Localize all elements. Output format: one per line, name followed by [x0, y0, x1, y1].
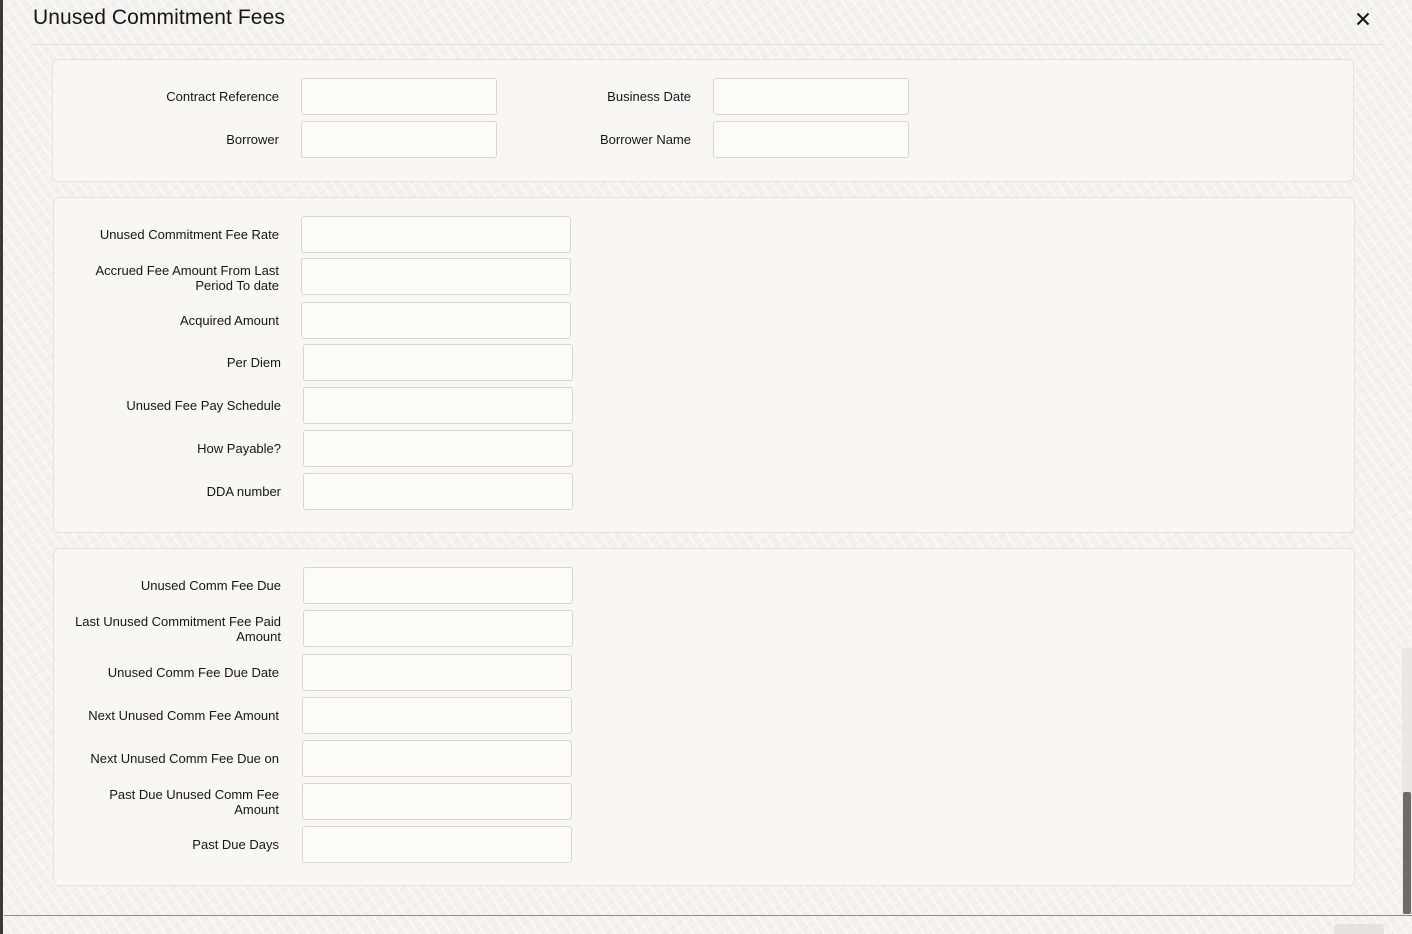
unused-comm-fee-due-date-input[interactable]	[302, 654, 572, 691]
header-divider	[33, 44, 1383, 45]
next-unused-comm-fee-due-on-label: Next Unused Comm Fee Due on	[90, 751, 279, 767]
next-unused-comm-fee-amount-input[interactable]	[302, 697, 572, 734]
unused-comm-fee-due-label: Unused Comm Fee Due	[140, 578, 281, 594]
unused-comm-fee-due-date-label: Unused Comm Fee Due Date	[107, 665, 279, 681]
next-unused-comm-fee-due-on-input[interactable]	[302, 740, 572, 777]
accrued-fee-amount-input[interactable]	[301, 258, 571, 295]
borrower-name-label: Borrower Name	[599, 132, 691, 148]
how-payable-input[interactable]	[303, 430, 573, 467]
dialog-title: Unused Commitment Fees	[33, 6, 285, 29]
business-date-label: Business Date	[607, 89, 691, 105]
past-due-days-input[interactable]	[302, 826, 572, 863]
footer-button[interactable]	[1334, 924, 1384, 934]
per-diem-label: Per Diem	[226, 355, 281, 371]
accrued-fee-amount-label: Accrued Fee Amount From Last Period To d…	[95, 262, 279, 294]
per-diem-input[interactable]	[303, 344, 573, 381]
window-left-edge	[0, 0, 3, 934]
acquired-amount-input[interactable]	[301, 302, 571, 339]
dda-number-label: DDA number	[206, 484, 281, 500]
footer-divider	[4, 915, 1412, 916]
past-due-unused-comm-fee-amount-label: Past Due Unused Comm Fee Amount	[109, 786, 279, 818]
how-payable-label: How Payable?	[197, 441, 281, 457]
scrollbar-thumb[interactable]	[1403, 792, 1411, 914]
business-date-input[interactable]	[713, 78, 909, 115]
close-button[interactable]	[1351, 7, 1375, 31]
unused-commitment-fee-rate-input[interactable]	[301, 216, 571, 253]
next-unused-comm-fee-amount-label: Next Unused Comm Fee Amount	[88, 708, 279, 724]
borrower-label: Borrower	[226, 132, 279, 148]
acquired-amount-label: Acquired Amount	[179, 313, 279, 329]
contract-reference-input[interactable]	[301, 78, 497, 115]
past-due-days-label: Past Due Days	[192, 837, 279, 853]
borrower-name-input[interactable]	[713, 121, 909, 158]
last-unused-commitment-fee-paid-amount-label: Last Unused Commitment Fee Paid Amount	[75, 613, 281, 645]
unused-fee-pay-schedule-input[interactable]	[303, 387, 573, 424]
borrower-input[interactable]	[301, 121, 497, 158]
unused-comm-fee-due-input[interactable]	[303, 567, 573, 604]
contract-reference-label: Contract Reference	[166, 89, 279, 105]
contract-details-panel	[52, 59, 1354, 182]
unused-fee-pay-schedule-label: Unused Fee Pay Schedule	[126, 398, 281, 414]
close-icon	[1351, 7, 1375, 31]
dda-number-input[interactable]	[303, 473, 573, 510]
past-due-unused-comm-fee-amount-input[interactable]	[302, 783, 572, 820]
unused-commitment-fee-rate-label: Unused Commitment Fee Rate	[99, 227, 279, 243]
last-unused-commitment-fee-paid-amount-input[interactable]	[303, 610, 573, 647]
